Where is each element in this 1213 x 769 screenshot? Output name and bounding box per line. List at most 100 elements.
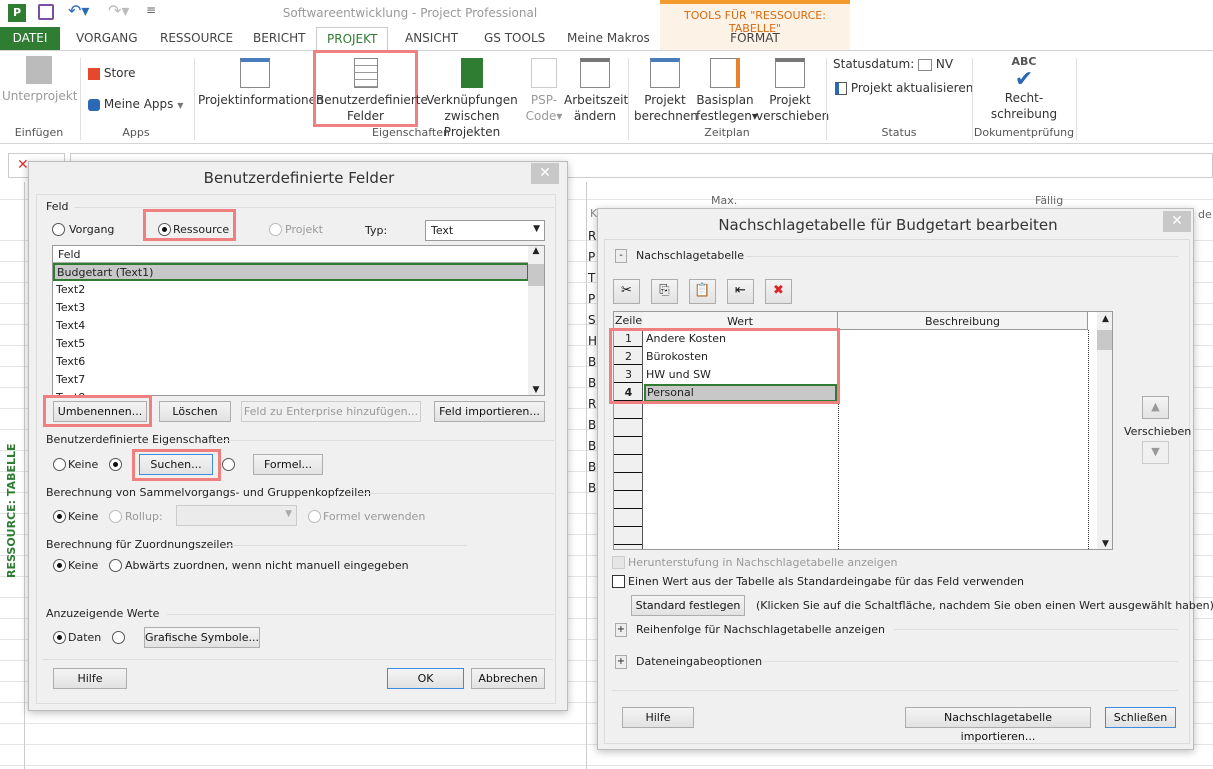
chevron-up-icon[interactable]: ▲ bbox=[1097, 314, 1112, 324]
tab-gs-tools[interactable]: GS TOOLS bbox=[474, 27, 555, 50]
column-header-faellig[interactable]: Fällig bbox=[1035, 194, 1063, 207]
resource-initial-cell[interactable]: S bbox=[588, 313, 596, 327]
field-list-item[interactable]: Text3 bbox=[53, 299, 529, 317]
field-list-item[interactable]: Text7 bbox=[53, 371, 529, 389]
projekt-verschieben-button[interactable]: Projekt verschieben bbox=[756, 58, 829, 124]
paste-icon[interactable]: 📋 bbox=[689, 279, 716, 304]
field-list-item[interactable]: Text4 bbox=[53, 317, 529, 335]
field-list-item[interactable]: Text5 bbox=[53, 335, 529, 353]
insert-row-icon[interactable]: ⇤ bbox=[727, 279, 754, 304]
resource-initial-cell[interactable]: B bbox=[588, 481, 596, 495]
typ-label: Typ: bbox=[365, 224, 388, 237]
arbeitszeit-button[interactable]: Arbeitszeit ändern bbox=[564, 58, 628, 124]
tab-format[interactable]: FORMAT bbox=[660, 27, 850, 50]
field-list[interactable]: Feld Budgetart (Text1) Text2 Text3 Text4 Tex… bbox=[52, 245, 545, 396]
projektinformationen-button[interactable]: Projektinformationen bbox=[198, 58, 324, 108]
group-status-label: Status bbox=[881, 126, 917, 139]
delete-row-icon[interactable]: ✖ bbox=[765, 279, 792, 304]
column-header-de[interactable]: de bbox=[1198, 208, 1212, 221]
typ-select[interactable]: Text ▼ bbox=[425, 220, 545, 241]
field-list-item[interactable]: Text2 bbox=[53, 281, 529, 299]
resource-initial-cell[interactable]: P bbox=[588, 292, 595, 306]
loeschen-button[interactable]: Löschen bbox=[159, 401, 231, 422]
radio-daten[interactable] bbox=[53, 631, 66, 644]
radio-suchen[interactable] bbox=[109, 458, 122, 471]
radio-sammel-keine[interactable] bbox=[53, 510, 66, 523]
divider bbox=[894, 629, 1178, 630]
projekt-berechnen-button[interactable]: Projekt berechnen bbox=[634, 58, 698, 124]
basisplan-button[interactable]: Basisplanfestlegen▾ bbox=[696, 58, 758, 124]
psp-code-button[interactable]: PSP- Code▾ bbox=[524, 58, 564, 124]
scrollbar[interactable]: ▲ ▼ bbox=[1097, 312, 1112, 549]
benutzerdefinierte-felder-button[interactable]: Benutzerdefinierte Felder bbox=[313, 50, 428, 127]
tab-vorgang[interactable]: VORGANG bbox=[66, 27, 148, 50]
collapse-section-button[interactable]: - bbox=[615, 249, 627, 263]
radio-vorgang[interactable] bbox=[52, 223, 65, 236]
resource-initial-cell[interactable]: B bbox=[588, 460, 596, 474]
hilfe-button[interactable]: Hilfe bbox=[53, 668, 127, 689]
resource-initial-cell[interactable]: B bbox=[588, 439, 596, 453]
radio-grafische-symbole[interactable] bbox=[112, 631, 125, 644]
resource-initial-cell[interactable]: B bbox=[588, 355, 596, 369]
copy-icon[interactable]: ⎘ bbox=[651, 279, 678, 304]
expand-dateneingabe-button[interactable]: + bbox=[615, 655, 627, 669]
meine-apps-button[interactable]: Meine Apps ▼ bbox=[88, 96, 183, 114]
resource-initial-cell[interactable]: B bbox=[588, 376, 596, 390]
grid-line bbox=[24, 182, 25, 769]
ok-button[interactable]: OK bbox=[387, 668, 464, 689]
radio-keine-eigenschaften[interactable] bbox=[53, 458, 66, 471]
resource-initial-cell[interactable]: R bbox=[588, 229, 596, 243]
tab-bericht[interactable]: BERICHT bbox=[243, 27, 315, 50]
resource-initial-cell[interactable]: P bbox=[588, 250, 595, 264]
radio-zuordnung-keine[interactable] bbox=[53, 559, 66, 572]
rechtschreibung-button[interactable]: ABC ✔ Recht-schreibung bbox=[986, 54, 1062, 122]
projekt-aktualisieren-button[interactable]: Projekt aktualisieren bbox=[835, 80, 973, 96]
move-up-button[interactable]: ▲ bbox=[1142, 396, 1169, 419]
baseline-icon bbox=[710, 58, 740, 88]
suchen-button[interactable]: Suchen... bbox=[139, 454, 213, 475]
tab-datei[interactable]: DATEI bbox=[0, 27, 60, 50]
link-projects-icon bbox=[461, 58, 483, 88]
close-icon[interactable]: ✕ bbox=[531, 163, 559, 184]
cut-icon[interactable]: ✂ bbox=[613, 279, 640, 304]
store-button[interactable]: Store bbox=[88, 65, 136, 81]
tab-projekt[interactable]: PROJEKT bbox=[316, 27, 388, 51]
standardeingabe-checkbox[interactable] bbox=[612, 575, 625, 588]
field-list-item[interactable]: Budgetart (Text1) bbox=[53, 263, 529, 281]
tab-meine-makros[interactable]: Meine Makros bbox=[557, 27, 660, 50]
divider bbox=[43, 659, 553, 660]
schliessen-button[interactable]: Schließen bbox=[1105, 707, 1176, 728]
standard-festlegen-button[interactable]: Standard festlegen bbox=[631, 595, 745, 616]
column-header-max[interactable]: Max. bbox=[711, 194, 737, 207]
grafische-symbole-button[interactable]: Grafische Symbole... bbox=[144, 627, 260, 648]
feld-importieren-button[interactable]: Feld importieren... bbox=[434, 401, 545, 422]
unterprojekt-button[interactable]: Unterprojekt bbox=[2, 56, 77, 104]
statusdatum-button[interactable]: Statusdatum: NV bbox=[833, 56, 953, 72]
expand-reihenfolge-button[interactable]: + bbox=[615, 623, 627, 637]
abbrechen-button[interactable]: Abbrechen bbox=[471, 668, 545, 689]
tab-ansicht[interactable]: ANSICHT bbox=[395, 27, 468, 50]
formel-button[interactable]: Formel... bbox=[253, 454, 323, 475]
close-icon[interactable]: ✕ bbox=[1163, 211, 1191, 232]
resource-initial-cell[interactable]: B bbox=[588, 418, 596, 432]
nachschlagetabelle-importieren-button[interactable]: Nachschlagetabelle importieren... bbox=[905, 707, 1091, 743]
hilfe-button[interactable]: Hilfe bbox=[622, 707, 694, 728]
subproject-icon bbox=[26, 56, 52, 84]
project-info-icon bbox=[240, 58, 270, 88]
resource-initial-cell[interactable]: R bbox=[588, 397, 596, 411]
tab-ressource[interactable]: RESSOURCE bbox=[150, 27, 243, 50]
standard-hint: (Klicken Sie auf die Schaltfläche, nachd… bbox=[756, 599, 1213, 612]
resource-initial-cell[interactable]: T bbox=[588, 271, 595, 285]
umbenennen-button[interactable]: Umbenennen... bbox=[53, 401, 147, 422]
chevron-up-icon[interactable]: ▲ bbox=[528, 246, 544, 256]
chevron-down-icon[interactable]: ▼ bbox=[1097, 539, 1112, 549]
update-project-icon bbox=[835, 82, 847, 95]
radio-formel[interactable] bbox=[222, 458, 235, 471]
dialog-title: Nachschlagetabelle für Budgetart bearbei… bbox=[718, 216, 1058, 234]
resource-initial-cell[interactable]: H bbox=[588, 334, 597, 348]
field-list-item[interactable]: Text6 bbox=[53, 353, 529, 371]
radio-abwaerts[interactable] bbox=[109, 559, 122, 572]
radio-ressource[interactable] bbox=[158, 223, 171, 236]
scrollbar[interactable]: ▲ ▼ bbox=[528, 246, 544, 395]
chevron-down-icon[interactable]: ▼ bbox=[528, 385, 544, 395]
